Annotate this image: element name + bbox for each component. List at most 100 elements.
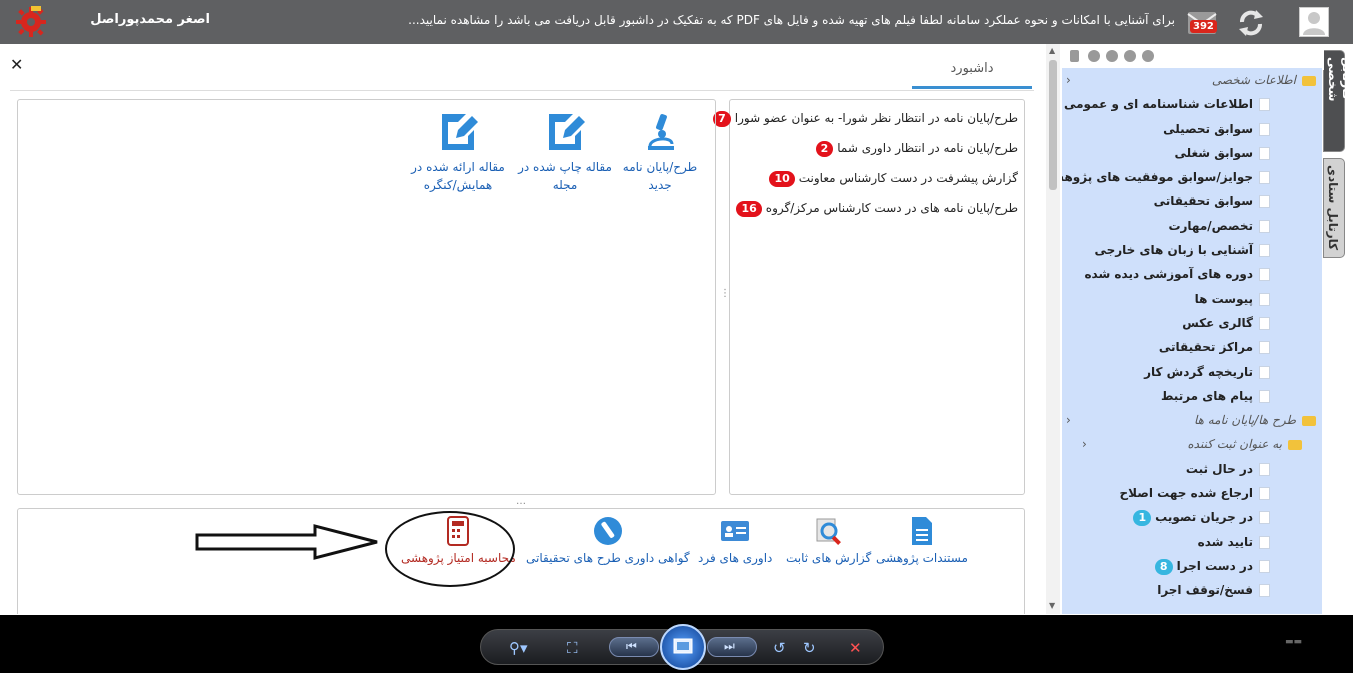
tree-item-label: فسخ/توقف اجرا (1157, 583, 1253, 598)
rotate-left-icon[interactable]: ↺ (773, 639, 786, 657)
chevron-left-icon[interactable]: ‹ (1066, 408, 1071, 432)
alert-label: گزارش پیشرفت در دست کارشناس معاونت (798, 171, 1018, 185)
tree-item[interactable]: تایید شده (1062, 530, 1322, 554)
document-icon (1259, 584, 1270, 598)
tree-item[interactable]: در دست اجرا8 (1062, 554, 1322, 578)
document-icon (1259, 462, 1270, 476)
top-bar: اصغر محمدپوراصل برای آشنایی با امکانات و… (0, 0, 1353, 44)
chevron-left-icon[interactable]: ‹ (1066, 68, 1071, 92)
document-icon (1259, 341, 1270, 355)
conference-article-link[interactable]: مقاله ارائه شده در همایش/کنگره (398, 110, 518, 194)
microscope-icon (648, 114, 674, 150)
tree-item[interactable]: تخصص/مهارت (1062, 214, 1322, 238)
document-icon (1259, 487, 1270, 501)
alert-item[interactable]: طرح/پایان نامه در انتظار نظر شورا- به عن… (713, 110, 1018, 140)
tree-item[interactable]: اطلاعات شناسنامه ای و عمومی (1062, 92, 1322, 116)
alert-item[interactable]: طرح/پایان نامه در انتظار داوری شما2 (730, 140, 1018, 170)
link-line1: مقاله چاپ شده در (518, 160, 612, 174)
username: اصغر محمدپوراصل (90, 12, 210, 27)
tree-item[interactable]: پیام های مرتبط (1062, 384, 1322, 408)
tree-item-label: دوره های آموزشی دیده شده (1084, 267, 1253, 282)
tree-item[interactable]: پیوست ها (1062, 287, 1322, 311)
fit-screen-icon[interactable]: ⛶ (567, 639, 578, 657)
radio-icon[interactable] (1088, 50, 1100, 62)
tree-item[interactable]: دوره های آموزشی دیده شده (1062, 262, 1322, 286)
splitter-handle[interactable]: … (516, 496, 526, 507)
message-count-badge[interactable]: 392 (1190, 20, 1217, 33)
tab-personal-label: کارتابل شخصی (1326, 57, 1353, 102)
close-icon[interactable]: ✕ (10, 55, 23, 74)
scroll-up-icon[interactable]: ▲ (1049, 46, 1055, 55)
annotation-circle (385, 511, 515, 587)
count-badge: 1 (1133, 510, 1152, 527)
scrollbar-thumb[interactable] (1049, 60, 1057, 190)
gear-icon[interactable] (14, 4, 48, 38)
expand-icon[interactable] (1142, 50, 1154, 62)
tree-item[interactable]: سوابق تحقیقاتی (1062, 189, 1322, 213)
document-icon (1259, 195, 1270, 209)
sync-icon[interactable] (1106, 50, 1118, 62)
previous-button[interactable]: ⏮ (609, 637, 659, 657)
folder-icon (1288, 439, 1302, 450)
alerts-panel: طرح/پایان نامه در انتظار نظر شورا- به عن… (713, 99, 1025, 495)
document-icon (1259, 535, 1270, 549)
tree-item[interactable]: گالری عکس (1062, 311, 1322, 335)
link-line2: همایش/کنگره (423, 178, 493, 192)
folder-icon (1302, 75, 1316, 86)
document-icon (1259, 122, 1270, 136)
tree-item[interactable]: سوابق تحصیلی (1062, 117, 1322, 141)
new-thesis-link[interactable]: طرح/پایان نامه جدید (610, 110, 710, 194)
tab-dashboard[interactable]: داشبورد (912, 49, 1032, 89)
link-label: مستندات پژوهشی (876, 551, 968, 565)
tree-folder-personal-info[interactable]: اطلاعات شخصی ‹ (1062, 68, 1322, 92)
tree-item[interactable]: در جریان تصویب1 (1062, 505, 1322, 529)
fixed-reports-link[interactable]: گزارش های ثابت (786, 515, 871, 565)
document-icon (911, 517, 932, 545)
tree-folder-registrant[interactable]: به عنوان ثبت کننده ‹ (1062, 432, 1322, 456)
tree-item[interactable]: تاریخچه گردش کار (1062, 360, 1322, 384)
tree-item[interactable]: ارجاع شده جهت اصلاح (1062, 481, 1322, 505)
unlock-icon[interactable] (1070, 50, 1079, 62)
delete-icon[interactable]: ✕ (849, 639, 862, 657)
alert-item[interactable]: گزارش پیشرفت در دست کارشناس معاونت10 (730, 170, 1018, 200)
next-button[interactable]: ⏭ (707, 637, 757, 657)
tab-personal-cartable[interactable]: کارتابل شخصی (1323, 50, 1353, 152)
scroll-down-icon[interactable]: ▼ (1049, 601, 1055, 610)
tree-item[interactable]: جوایز/سوابق موفقیت های پژوهشی (1062, 165, 1322, 189)
tree-item-label: تخصص/مهارت (1168, 218, 1253, 233)
link-line1: مقاله ارائه شده در (411, 160, 505, 174)
tree-folder-projects[interactable]: طرح ها/پایان نامه ها ‹ (1062, 408, 1322, 432)
tree-item-label: سوابق تحقیقاتی (1153, 194, 1253, 209)
individual-reviews-link[interactable]: داوری های فرد (698, 515, 772, 565)
notice-text[interactable]: برای آشنایی با امکانات و نحوه عملکرد سام… (395, 13, 1175, 27)
zoom-icon[interactable]: ⚲▾ (509, 639, 528, 657)
splitter-handle[interactable]: ⋮ (720, 288, 730, 299)
tree-item-label: اطلاعات شناسنامه ای و عمومی (1063, 97, 1253, 112)
tab-staff-label: کارتابل ستادی (1326, 165, 1340, 251)
avatar[interactable] (1299, 7, 1329, 37)
tree-item[interactable]: مراکز تحقیقاتی (1062, 335, 1322, 359)
alert-item[interactable]: طرح/پایان نامه های در دست کارشناس مرکز/گ… (730, 200, 1018, 230)
tree-item-label: آشنایی با زبان های خارجی (1094, 243, 1253, 258)
document-icon (1259, 171, 1270, 185)
tree-item[interactable]: در حال ثبت (1062, 457, 1322, 481)
tree-item-label: پیوست ها (1194, 291, 1253, 306)
chevron-left-icon[interactable]: ‹ (1082, 432, 1087, 456)
tree-item[interactable]: آشنایی با زبان های خارجی (1062, 238, 1322, 262)
collapse-icon[interactable] (1124, 50, 1136, 62)
tree-item[interactable]: سوابق شغلی (1062, 141, 1322, 165)
tree-item-label: در دست اجرا (1176, 558, 1253, 573)
research-docs-link[interactable]: مستندات پژوهشی (876, 515, 968, 565)
tree-item-label: تایید شده (1197, 534, 1253, 549)
tab-staff-cartable[interactable]: کارتابل ستادی (1323, 158, 1345, 258)
bottom-links-panel: مستندات پژوهشی گزارش های ثابت داوری های … (17, 508, 1025, 614)
recycle-bin-icon: ▬▬ (1285, 637, 1303, 647)
refresh-icon[interactable] (1236, 8, 1266, 38)
journal-article-link[interactable]: مقاله چاپ شده در مجله (515, 110, 615, 194)
scrollbar[interactable]: ▲ ▼ (1046, 44, 1060, 614)
document-icon (1259, 268, 1270, 282)
review-certificate-link[interactable]: گواهی داوری طرح های تحقیقاتی (526, 515, 690, 565)
rotate-right-icon[interactable]: ↻ (803, 639, 816, 657)
tree-item[interactable]: فسخ/توقف اجرا (1062, 578, 1322, 602)
slideshow-button[interactable] (660, 624, 706, 670)
